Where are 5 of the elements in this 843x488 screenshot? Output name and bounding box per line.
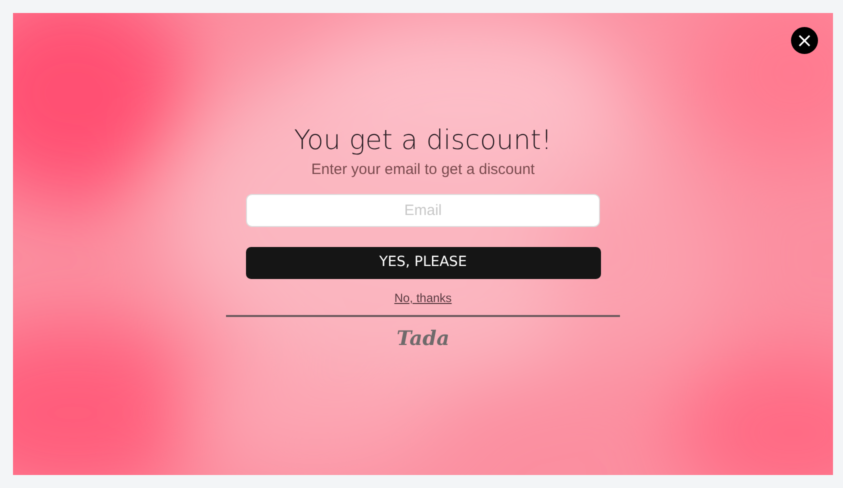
brand-logo: Tada xyxy=(396,324,450,352)
popup-subtitle: Enter your email to get a discount xyxy=(311,160,535,180)
popup-title: You get a discount! xyxy=(294,125,552,158)
decline-link[interactable]: No, thanks xyxy=(394,288,452,307)
submit-button[interactable]: YES, PLEASE xyxy=(246,246,600,279)
